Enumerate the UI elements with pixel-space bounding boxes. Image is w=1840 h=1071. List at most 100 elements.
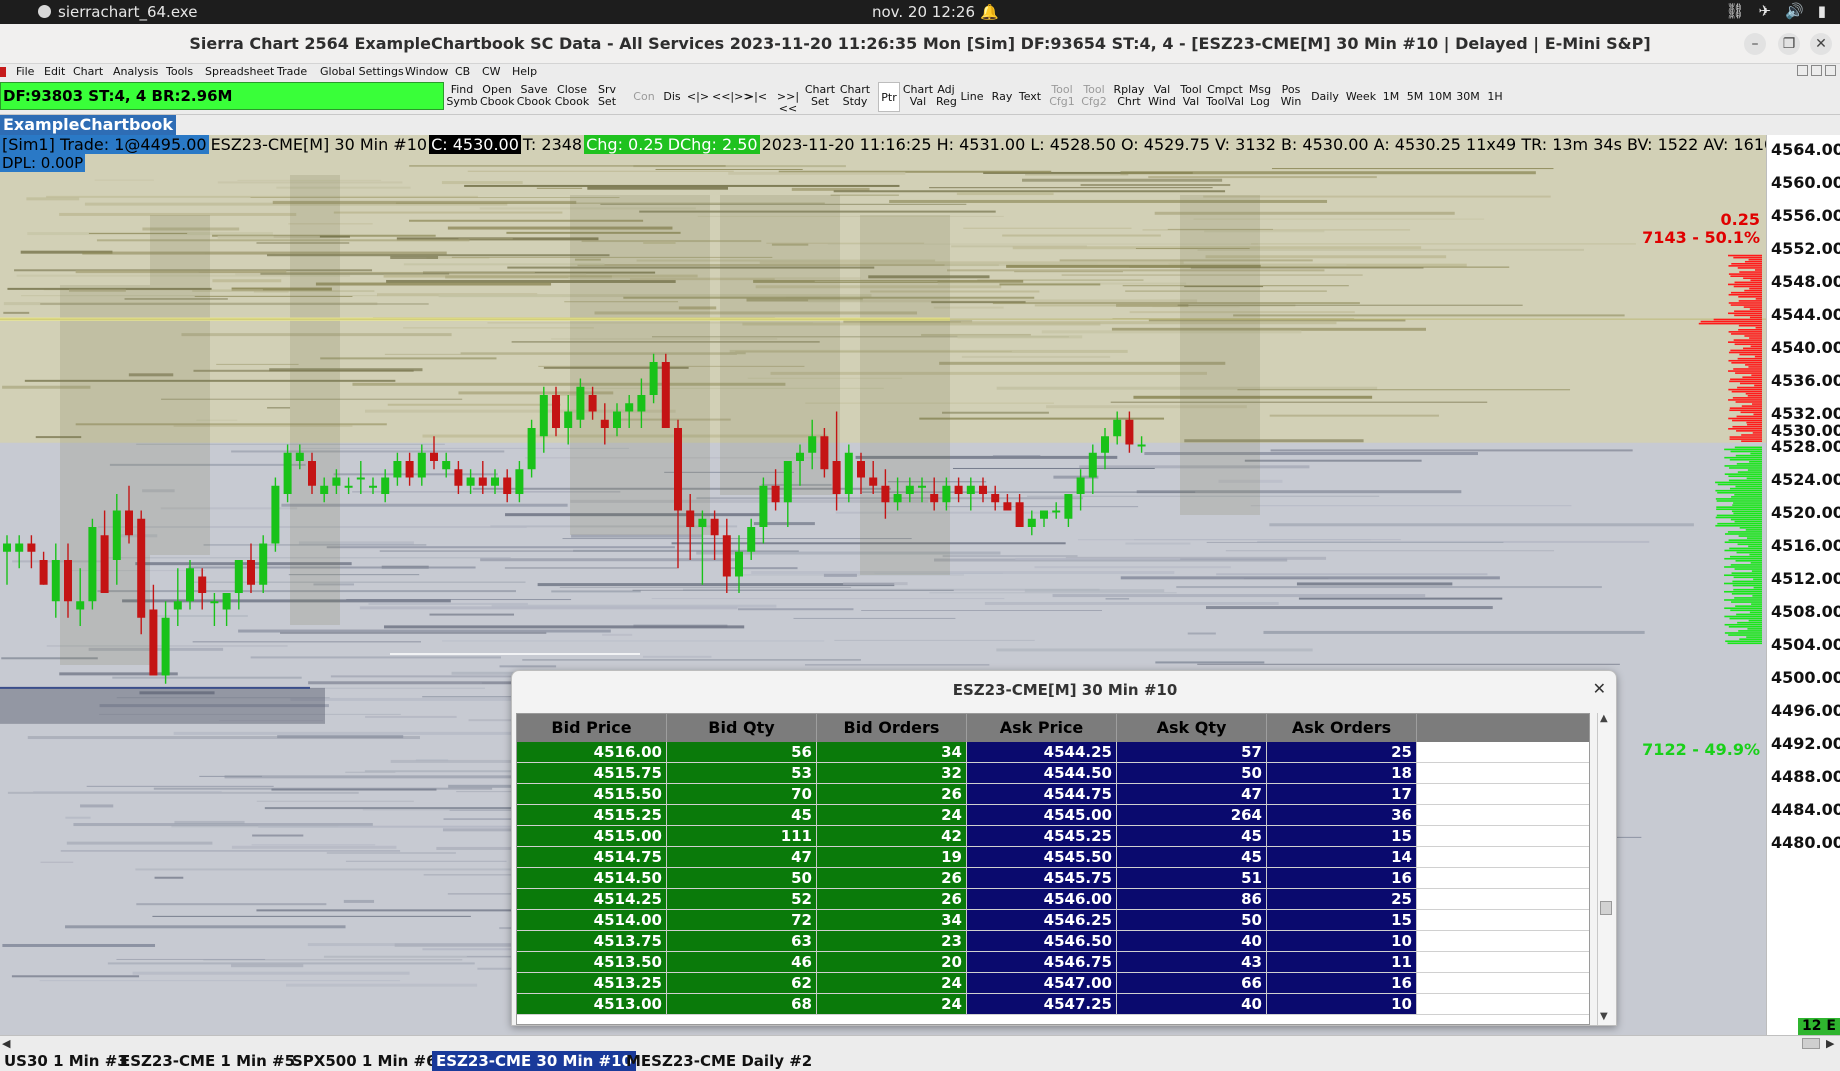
menu-cw[interactable]: CW: [482, 65, 501, 78]
chart-tab[interactable]: MESZ23-CME Daily #2: [622, 1051, 816, 1071]
dom-cell-ask-qty[interactable]: 66: [1117, 973, 1267, 994]
toolbar-button-chart-val[interactable]: Chart Val: [902, 82, 934, 112]
dom-cell-bid-price[interactable]: 4515.50: [517, 784, 667, 805]
menu-help[interactable]: Help: [512, 65, 537, 78]
h-scroll-thumb[interactable]: [1802, 1038, 1820, 1049]
dom-cell-blank[interactable]: [1417, 805, 1589, 826]
dom-cell-ask-orders[interactable]: 16: [1267, 868, 1417, 889]
toolbar-button--[interactable]: >>|<<: [772, 82, 804, 115]
toolbar-button-chart-stdy[interactable]: Chart Stdy: [838, 82, 872, 112]
dom-cell-bid-orders[interactable]: 26: [817, 889, 967, 910]
dom-cell-bid-orders[interactable]: 19: [817, 847, 967, 868]
dom-cell-ask-price[interactable]: 4545.25: [967, 826, 1117, 847]
toolbar-button-10m[interactable]: 10M: [1428, 82, 1452, 112]
menu-spreadsheet[interactable]: Spreadsheet: [205, 65, 274, 78]
dom-cell-ask-orders[interactable]: 15: [1267, 826, 1417, 847]
dom-cell-ask-qty[interactable]: 51: [1117, 868, 1267, 889]
dom-cell-blank[interactable]: [1417, 742, 1589, 763]
dom-cell-ask-qty[interactable]: 45: [1117, 826, 1267, 847]
toolbar-button--[interactable]: >|<: [742, 82, 770, 112]
toolbar-button-text[interactable]: Text: [1016, 82, 1044, 112]
dom-cell-bid-price[interactable]: 4515.75: [517, 763, 667, 784]
dom-cell-bid-qty[interactable]: 62: [667, 973, 817, 994]
dom-cell-bid-price[interactable]: 4516.00: [517, 742, 667, 763]
close-window-button[interactable]: ✕: [1810, 33, 1832, 55]
dom-cell-ask-qty[interactable]: 50: [1117, 763, 1267, 784]
toolbar-button-save-cbook[interactable]: Save Cbook: [516, 82, 552, 112]
dom-cell-bid-qty[interactable]: 72: [667, 910, 817, 931]
dom-cell-bid-orders[interactable]: 34: [817, 742, 967, 763]
dom-cell-ask-orders[interactable]: 15: [1267, 910, 1417, 931]
toolbar-button-rplay-chrt[interactable]: Rplay Chrt: [1112, 82, 1146, 112]
dom-cell-ask-price[interactable]: 4545.00: [967, 805, 1117, 826]
dom-cell-ask-orders[interactable]: 10: [1267, 931, 1417, 952]
dom-cell-bid-price[interactable]: 4514.50: [517, 868, 667, 889]
toolbar-button-1h[interactable]: 1H: [1484, 82, 1506, 112]
dom-cell-bid-orders[interactable]: 24: [817, 805, 967, 826]
dom-cell-blank[interactable]: [1417, 763, 1589, 784]
menu-global-settings[interactable]: Global Settings: [320, 65, 404, 78]
dom-cell-ask-orders[interactable]: 17: [1267, 784, 1417, 805]
dom-cell-bid-orders[interactable]: 34: [817, 910, 967, 931]
dom-header-ask-qty[interactable]: Ask Qty: [1117, 714, 1267, 742]
dom-cell-blank[interactable]: [1417, 889, 1589, 910]
dom-cell-ask-qty[interactable]: 43: [1117, 952, 1267, 973]
bell-icon[interactable]: 🔔: [980, 3, 999, 21]
dom-cell-ask-qty[interactable]: 40: [1117, 994, 1267, 1015]
scale-badge[interactable]: 12 E: [1798, 1018, 1840, 1035]
dom-cell-blank[interactable]: [1417, 868, 1589, 889]
dom-cell-ask-price[interactable]: 4546.00: [967, 889, 1117, 910]
dom-cell-ask-price[interactable]: 4544.75: [967, 784, 1117, 805]
toolbar-button--[interactable]: <<|>>: [712, 82, 753, 112]
toolbar-button-tool-val[interactable]: Tool Val: [1178, 82, 1204, 112]
dom-cell-ask-qty[interactable]: 264: [1117, 805, 1267, 826]
toolbar-button-ray[interactable]: Ray: [990, 82, 1014, 112]
menu-cb[interactable]: CB: [455, 65, 470, 78]
toolbar-button-line[interactable]: Line: [958, 82, 986, 112]
toolbar-button-open-cbook[interactable]: Open Cbook: [480, 82, 515, 112]
toolbar-button-adj-reg[interactable]: Adj Reg: [936, 82, 957, 112]
dom-cell-ask-orders[interactable]: 25: [1267, 742, 1417, 763]
dom-cell-bid-orders[interactable]: 20: [817, 952, 967, 973]
dom-cell-bid-orders[interactable]: 24: [817, 994, 967, 1015]
dom-cell-ask-orders[interactable]: 11: [1267, 952, 1417, 973]
dom-cell-bid-qty[interactable]: 46: [667, 952, 817, 973]
menu-trade[interactable]: Trade: [277, 65, 307, 78]
dom-cell-ask-orders[interactable]: 14: [1267, 847, 1417, 868]
dom-close-button[interactable]: ✕: [1593, 679, 1606, 698]
toolbar-button-msg-log[interactable]: Msg Log: [1246, 82, 1274, 112]
toolbar-button-tool-cfg1[interactable]: Tool Cfg1: [1048, 82, 1076, 112]
maximize-button[interactable]: ❐: [1778, 33, 1800, 55]
dom-cell-bid-price[interactable]: 4513.25: [517, 973, 667, 994]
dom-cell-bid-qty[interactable]: 47: [667, 847, 817, 868]
toolbar-button-pos-win[interactable]: Pos Win: [1278, 82, 1304, 112]
dom-cell-bid-qty[interactable]: 52: [667, 889, 817, 910]
dom-cell-ask-price[interactable]: 4545.75: [967, 868, 1117, 889]
toolbar-button-find-symb[interactable]: Find Symb: [446, 82, 478, 112]
app-menu-icon[interactable]: [0, 67, 6, 77]
dom-grid[interactable]: Bid Price Bid Qty Bid Orders Ask Price Ask Q…: [516, 713, 1590, 1025]
toolbar-button-ptr[interactable]: Ptr: [878, 82, 900, 112]
minimize-button[interactable]: –: [1744, 33, 1766, 55]
menu-chart[interactable]: Chart: [73, 65, 103, 78]
dom-cell-blank[interactable]: [1417, 784, 1589, 805]
dom-header-bid-orders[interactable]: Bid Orders: [817, 714, 967, 742]
chart-horizontal-scrollbar[interactable]: ◀ ▶: [0, 1035, 1840, 1051]
dom-cell-ask-orders[interactable]: 16: [1267, 973, 1417, 994]
dom-cell-ask-qty[interactable]: 57: [1117, 742, 1267, 763]
dom-cell-ask-orders[interactable]: 25: [1267, 889, 1417, 910]
dom-cell-bid-qty[interactable]: 56: [667, 742, 817, 763]
dom-header-ask-price[interactable]: Ask Price: [967, 714, 1117, 742]
scroll-up-icon[interactable]: ▲: [1600, 713, 1608, 724]
dom-cell-ask-orders[interactable]: 10: [1267, 994, 1417, 1015]
dom-cell-bid-qty[interactable]: 45: [667, 805, 817, 826]
dom-cell-bid-price[interactable]: 4513.00: [517, 994, 667, 1015]
toolbar-button-dis[interactable]: Dis: [660, 82, 684, 112]
dom-cell-bid-price[interactable]: 4513.75: [517, 931, 667, 952]
child-window-controls[interactable]: [1797, 65, 1836, 76]
dom-cell-bid-orders[interactable]: 32: [817, 763, 967, 784]
menu-file[interactable]: File: [16, 65, 34, 78]
dom-vertical-scrollbar[interactable]: ▲ ▼: [1597, 713, 1613, 1025]
chart-tab[interactable]: ESZ23-CME 30 Min #10: [432, 1051, 636, 1071]
dom-cell-bid-price[interactable]: 4514.75: [517, 847, 667, 868]
